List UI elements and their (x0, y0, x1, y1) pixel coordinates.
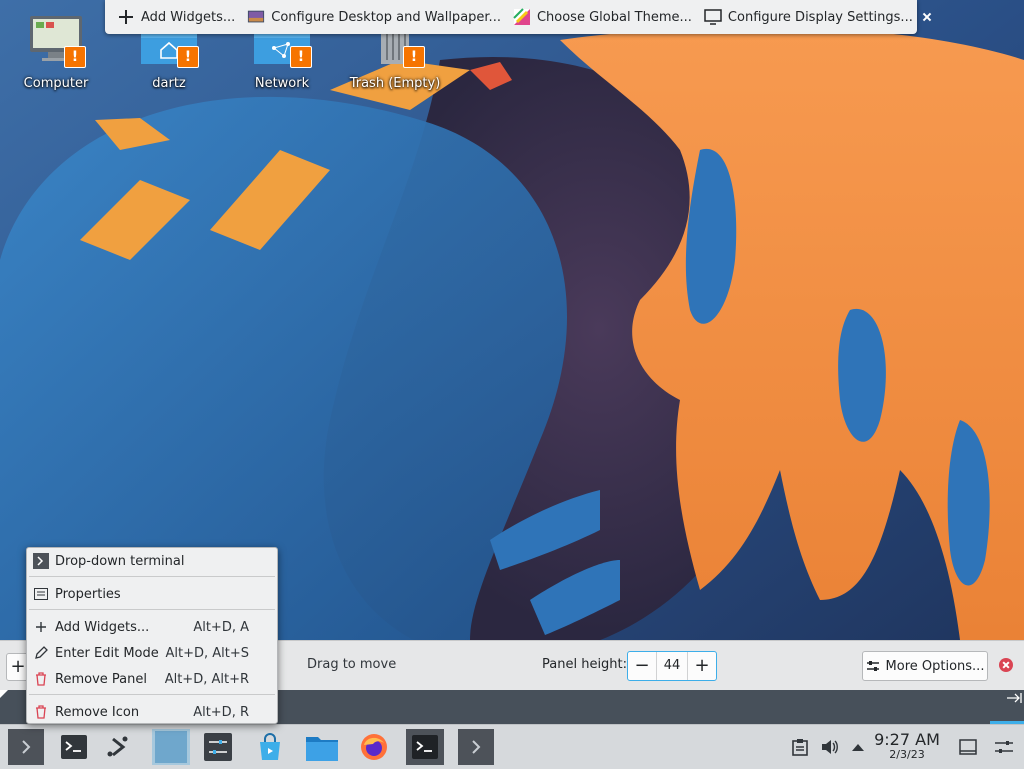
menu-item-label: Remove Icon (55, 704, 140, 720)
increase-height-button[interactable]: + (688, 652, 716, 680)
warning-badge-icon: ! (403, 46, 425, 68)
menu-item-label: Enter Edit Mode (55, 645, 159, 661)
choose-global-theme-label: Choose Global Theme... (536, 9, 692, 25)
speaker-icon (822, 740, 838, 754)
settings-sliders-icon (866, 661, 879, 671)
chevron-up-icon (852, 744, 864, 751)
add-widgets-label: Add Widgets... (141, 9, 236, 25)
terminal-icon (412, 735, 438, 759)
chevron-right-icon (22, 740, 31, 754)
terminal-icon (61, 735, 87, 759)
firefox-icon (361, 734, 387, 760)
settings-icon (204, 733, 232, 761)
properties-icon (33, 586, 49, 602)
kde-app-launcher-icon (107, 736, 128, 757)
konsole-launcher[interactable] (56, 729, 92, 765)
menu-item-shortcut: Alt+D, Alt+R (164, 671, 249, 687)
application-launcher[interactable] (100, 729, 136, 765)
pencil-icon (33, 645, 49, 661)
warning-badge-icon: ! (177, 46, 199, 68)
menu-item-remove-panel[interactable]: Remove Panel Alt+D, Alt+R (27, 666, 277, 692)
desktop-icon-label: Network (254, 76, 310, 91)
trash-icon (33, 704, 49, 720)
show-desktop-icon (959, 739, 977, 755)
panel-context-menu: Drop-down terminal Properties Add Widget… (26, 547, 278, 724)
desktop-wallpaper-icon (248, 10, 265, 23)
menu-item-dropdown-terminal[interactable]: Drop-down terminal (27, 548, 277, 574)
taskbar: 9:27 AM 2/3/23 (0, 724, 1024, 769)
plus-icon (119, 10, 133, 24)
digital-clock[interactable]: 9:27 AM 2/3/23 (868, 731, 946, 762)
menu-item-label: Drop-down terminal (55, 553, 185, 569)
pager-desktop-1[interactable] (152, 729, 190, 765)
clipboard-icon (792, 739, 808, 756)
virtual-desktop-icon (155, 731, 187, 763)
panel-height-value[interactable]: 44 (656, 652, 688, 680)
more-options-button[interactable]: More Options... (862, 651, 988, 681)
menu-item-add-widgets[interactable]: Add Widgets... Alt+D, A (27, 614, 277, 640)
clock-date: 2/3/23 (889, 748, 925, 761)
monitor-icon (704, 9, 722, 25)
resize-arrow-icon[interactable] (1006, 692, 1022, 704)
close-panel-config-button[interactable] (999, 658, 1013, 672)
shopping-bag-icon (260, 733, 280, 760)
file-manager-launcher[interactable] (304, 729, 340, 765)
menu-item-label: Add Widgets... (55, 619, 150, 635)
dropdown-terminal-task[interactable] (458, 729, 494, 765)
konsole-task[interactable] (406, 729, 444, 765)
global-theme-icon (513, 8, 530, 25)
desktop-icon-label: Trash (Empty) (349, 76, 441, 91)
decrease-height-button[interactable]: − (628, 652, 656, 680)
configure-desktop-label: Configure Desktop and Wallpaper... (271, 9, 501, 25)
menu-item-label: Properties (55, 586, 121, 602)
dropdown-terminal-button[interactable] (8, 729, 44, 765)
trash-icon (33, 671, 49, 687)
firefox-launcher[interactable] (356, 729, 392, 765)
warning-badge-icon: ! (64, 46, 86, 68)
menu-item-shortcut: Alt+D, A (193, 619, 249, 635)
desktop-icon-label: Computer (23, 76, 89, 91)
system-settings-launcher[interactable] (200, 729, 236, 765)
discover-launcher[interactable] (252, 729, 288, 765)
menu-item-enter-edit-mode[interactable]: Enter Edit Mode Alt+D, Alt+S (27, 640, 277, 666)
drag-to-move-handle[interactable]: Drag to move (307, 657, 396, 672)
choose-global-theme-button[interactable]: Choose Global Theme... (507, 0, 698, 34)
panel-height-stepper[interactable]: − 44 + (627, 651, 717, 681)
left-edge-marker-icon (0, 690, 8, 698)
chevron-right-icon (472, 740, 481, 754)
plus-icon (33, 619, 49, 635)
menu-separator (29, 609, 275, 610)
menu-item-label: Remove Panel (55, 671, 147, 687)
clock-time: 9:27 AM (874, 730, 940, 749)
terminal-icon (33, 553, 49, 569)
configure-display-button[interactable]: Configure Display Settings... (698, 0, 919, 34)
folder-icon (306, 737, 338, 761)
configure-display-label: Configure Display Settings... (727, 9, 913, 25)
more-options-label: More Options... (885, 658, 985, 674)
panel-height-label: Panel height: (542, 657, 628, 672)
configure-desktop-button[interactable]: Configure Desktop and Wallpaper... (241, 0, 507, 34)
menu-item-shortcut: Alt+D, R (193, 704, 249, 720)
menu-item-remove-icon[interactable]: Remove Icon Alt+D, R (27, 699, 277, 725)
menu-separator (29, 576, 275, 577)
edit-mode-toolbar: Add Widgets... Configure Desktop and Wal… (105, 0, 917, 34)
menu-separator (29, 694, 275, 695)
panel-options-button[interactable] (986, 729, 1022, 765)
desktop-icon-label: dartz (152, 76, 186, 91)
add-widgets-button[interactable]: Add Widgets... (105, 0, 241, 34)
menu-item-properties[interactable]: Properties (27, 581, 277, 607)
warning-badge-icon: ! (290, 46, 312, 68)
menu-item-shortcut: Alt+D, Alt+S (165, 645, 249, 661)
show-desktop-button[interactable] (950, 729, 986, 765)
panel-settings-icon (995, 741, 1013, 753)
desktop-icon-computer[interactable]: ! Computer (1, 0, 111, 91)
